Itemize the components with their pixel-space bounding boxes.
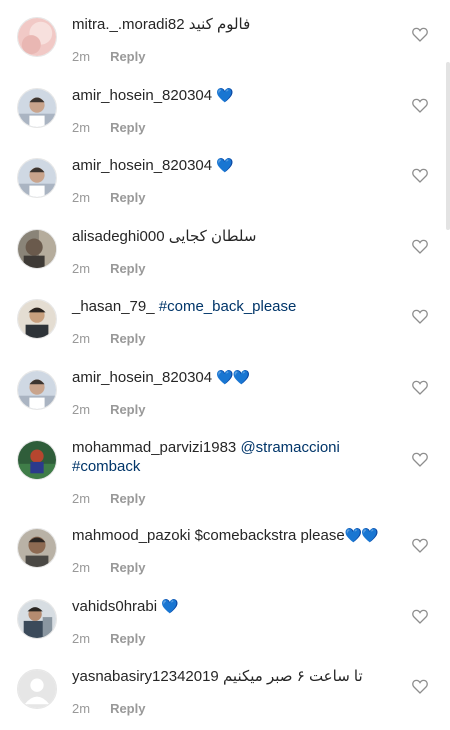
avatar[interactable]	[17, 598, 57, 639]
comment-item: _hasan_79_ #come_back_please 2m Reply	[0, 282, 450, 353]
like-heart-icon[interactable]	[412, 538, 428, 553]
comment-item: amir_hosein_820304 💙 2m Reply	[0, 71, 450, 142]
heart-emoji: 💙💙	[344, 527, 379, 543]
username[interactable]: yasnabasiry12342019	[72, 668, 219, 685]
comment-time: 2m	[72, 260, 91, 276]
like-heart-icon[interactable]	[412, 239, 428, 254]
heart-emoji: 💙	[216, 86, 233, 103]
comment-time: 2m	[72, 119, 91, 135]
reply-button[interactable]: Reply	[110, 491, 145, 506]
mention-link[interactable]: @stramaccioni	[240, 439, 339, 456]
reply-button[interactable]: Reply	[110, 49, 145, 64]
reply-button[interactable]: Reply	[110, 701, 145, 716]
reply-button[interactable]: Reply	[110, 402, 145, 417]
comment-time: 2m	[72, 560, 91, 575]
username[interactable]: vahids0hrabi	[72, 598, 157, 615]
comment-time: 2m	[72, 630, 91, 646]
reply-button[interactable]: Reply	[110, 560, 145, 575]
reply-button[interactable]: Reply	[110, 631, 145, 646]
comment-item: vahids0hrabi 💙 2m Reply	[0, 582, 450, 653]
username[interactable]: amir_hosein_820304	[72, 157, 212, 174]
avatar[interactable]	[17, 17, 57, 57]
avatar[interactable]	[17, 669, 57, 709]
username[interactable]: mahmood_pazoki	[72, 527, 190, 544]
comment-item: amir_hosein_820304 💙 2m Reply	[0, 141, 450, 212]
comment-item: mahmood_pazoki $comebackstra please💙💙 2m…	[0, 511, 450, 582]
username[interactable]: alisadeghi000	[72, 228, 165, 245]
avatar[interactable]	[17, 440, 57, 480]
username[interactable]: amir_hosein_820304	[72, 369, 212, 386]
reply-button[interactable]: Reply	[110, 120, 145, 135]
reply-button[interactable]: Reply	[110, 331, 145, 346]
comment-time: 2m	[72, 190, 91, 205]
avatar[interactable]	[17, 158, 57, 198]
comment-text: $comebackstra please	[194, 527, 345, 544]
comment-item: mitra._.moradi82 فالوم کنید 2m Reply	[0, 0, 450, 71]
comment-item: alisadeghi000 سلطان کجایی 2m Reply	[0, 212, 450, 283]
comment-time: 2m	[72, 49, 91, 64]
like-heart-icon[interactable]	[412, 452, 428, 467]
comment-item: yasnabasiry12342019 تا ساعت ۶ صبر میکنیم…	[0, 652, 450, 723]
like-heart-icon[interactable]	[412, 380, 428, 395]
comment-time: 2m	[72, 701, 91, 716]
like-heart-icon[interactable]	[412, 679, 428, 694]
reply-button[interactable]: Reply	[110, 190, 145, 205]
heart-emoji: 💙	[161, 597, 178, 614]
comment-time: 2m	[72, 491, 91, 506]
avatar[interactable]	[17, 369, 57, 410]
comment-item: mohammad_parvizi1983 @stramaccioni #comb…	[0, 423, 450, 511]
heart-emoji: 💙💙	[216, 368, 250, 385]
username[interactable]: _hasan_79_	[72, 298, 155, 315]
like-heart-icon[interactable]	[412, 609, 428, 624]
comment-text: سلطان کجایی	[168, 227, 257, 245]
reply-button[interactable]: Reply	[110, 261, 145, 276]
like-heart-icon[interactable]	[412, 168, 428, 183]
avatar[interactable]	[17, 228, 57, 269]
avatar[interactable]	[17, 87, 57, 128]
avatar[interactable]	[17, 299, 57, 339]
username[interactable]: mohammad_parvizi1983	[72, 439, 236, 456]
hashtag-link[interactable]: #comback	[72, 458, 140, 475]
comment-text: فالوم کنید	[188, 16, 251, 33]
comment-text: تا ساعت ۶ صبر میکنیم	[222, 668, 363, 685]
username[interactable]: amir_hosein_820304	[72, 87, 212, 104]
heart-emoji: 💙	[216, 157, 233, 173]
like-heart-icon[interactable]	[412, 98, 428, 113]
comment-item: amir_hosein_820304 💙💙 2m Reply	[0, 353, 450, 424]
comment-time: 2m	[72, 331, 91, 346]
avatar[interactable]	[17, 528, 57, 568]
like-heart-icon[interactable]	[412, 309, 428, 324]
hashtag-link[interactable]: #come_back_please	[159, 298, 297, 315]
like-heart-icon[interactable]	[412, 27, 428, 42]
username[interactable]: mitra._.moradi82	[72, 16, 185, 33]
comment-time: 2m	[72, 401, 91, 417]
